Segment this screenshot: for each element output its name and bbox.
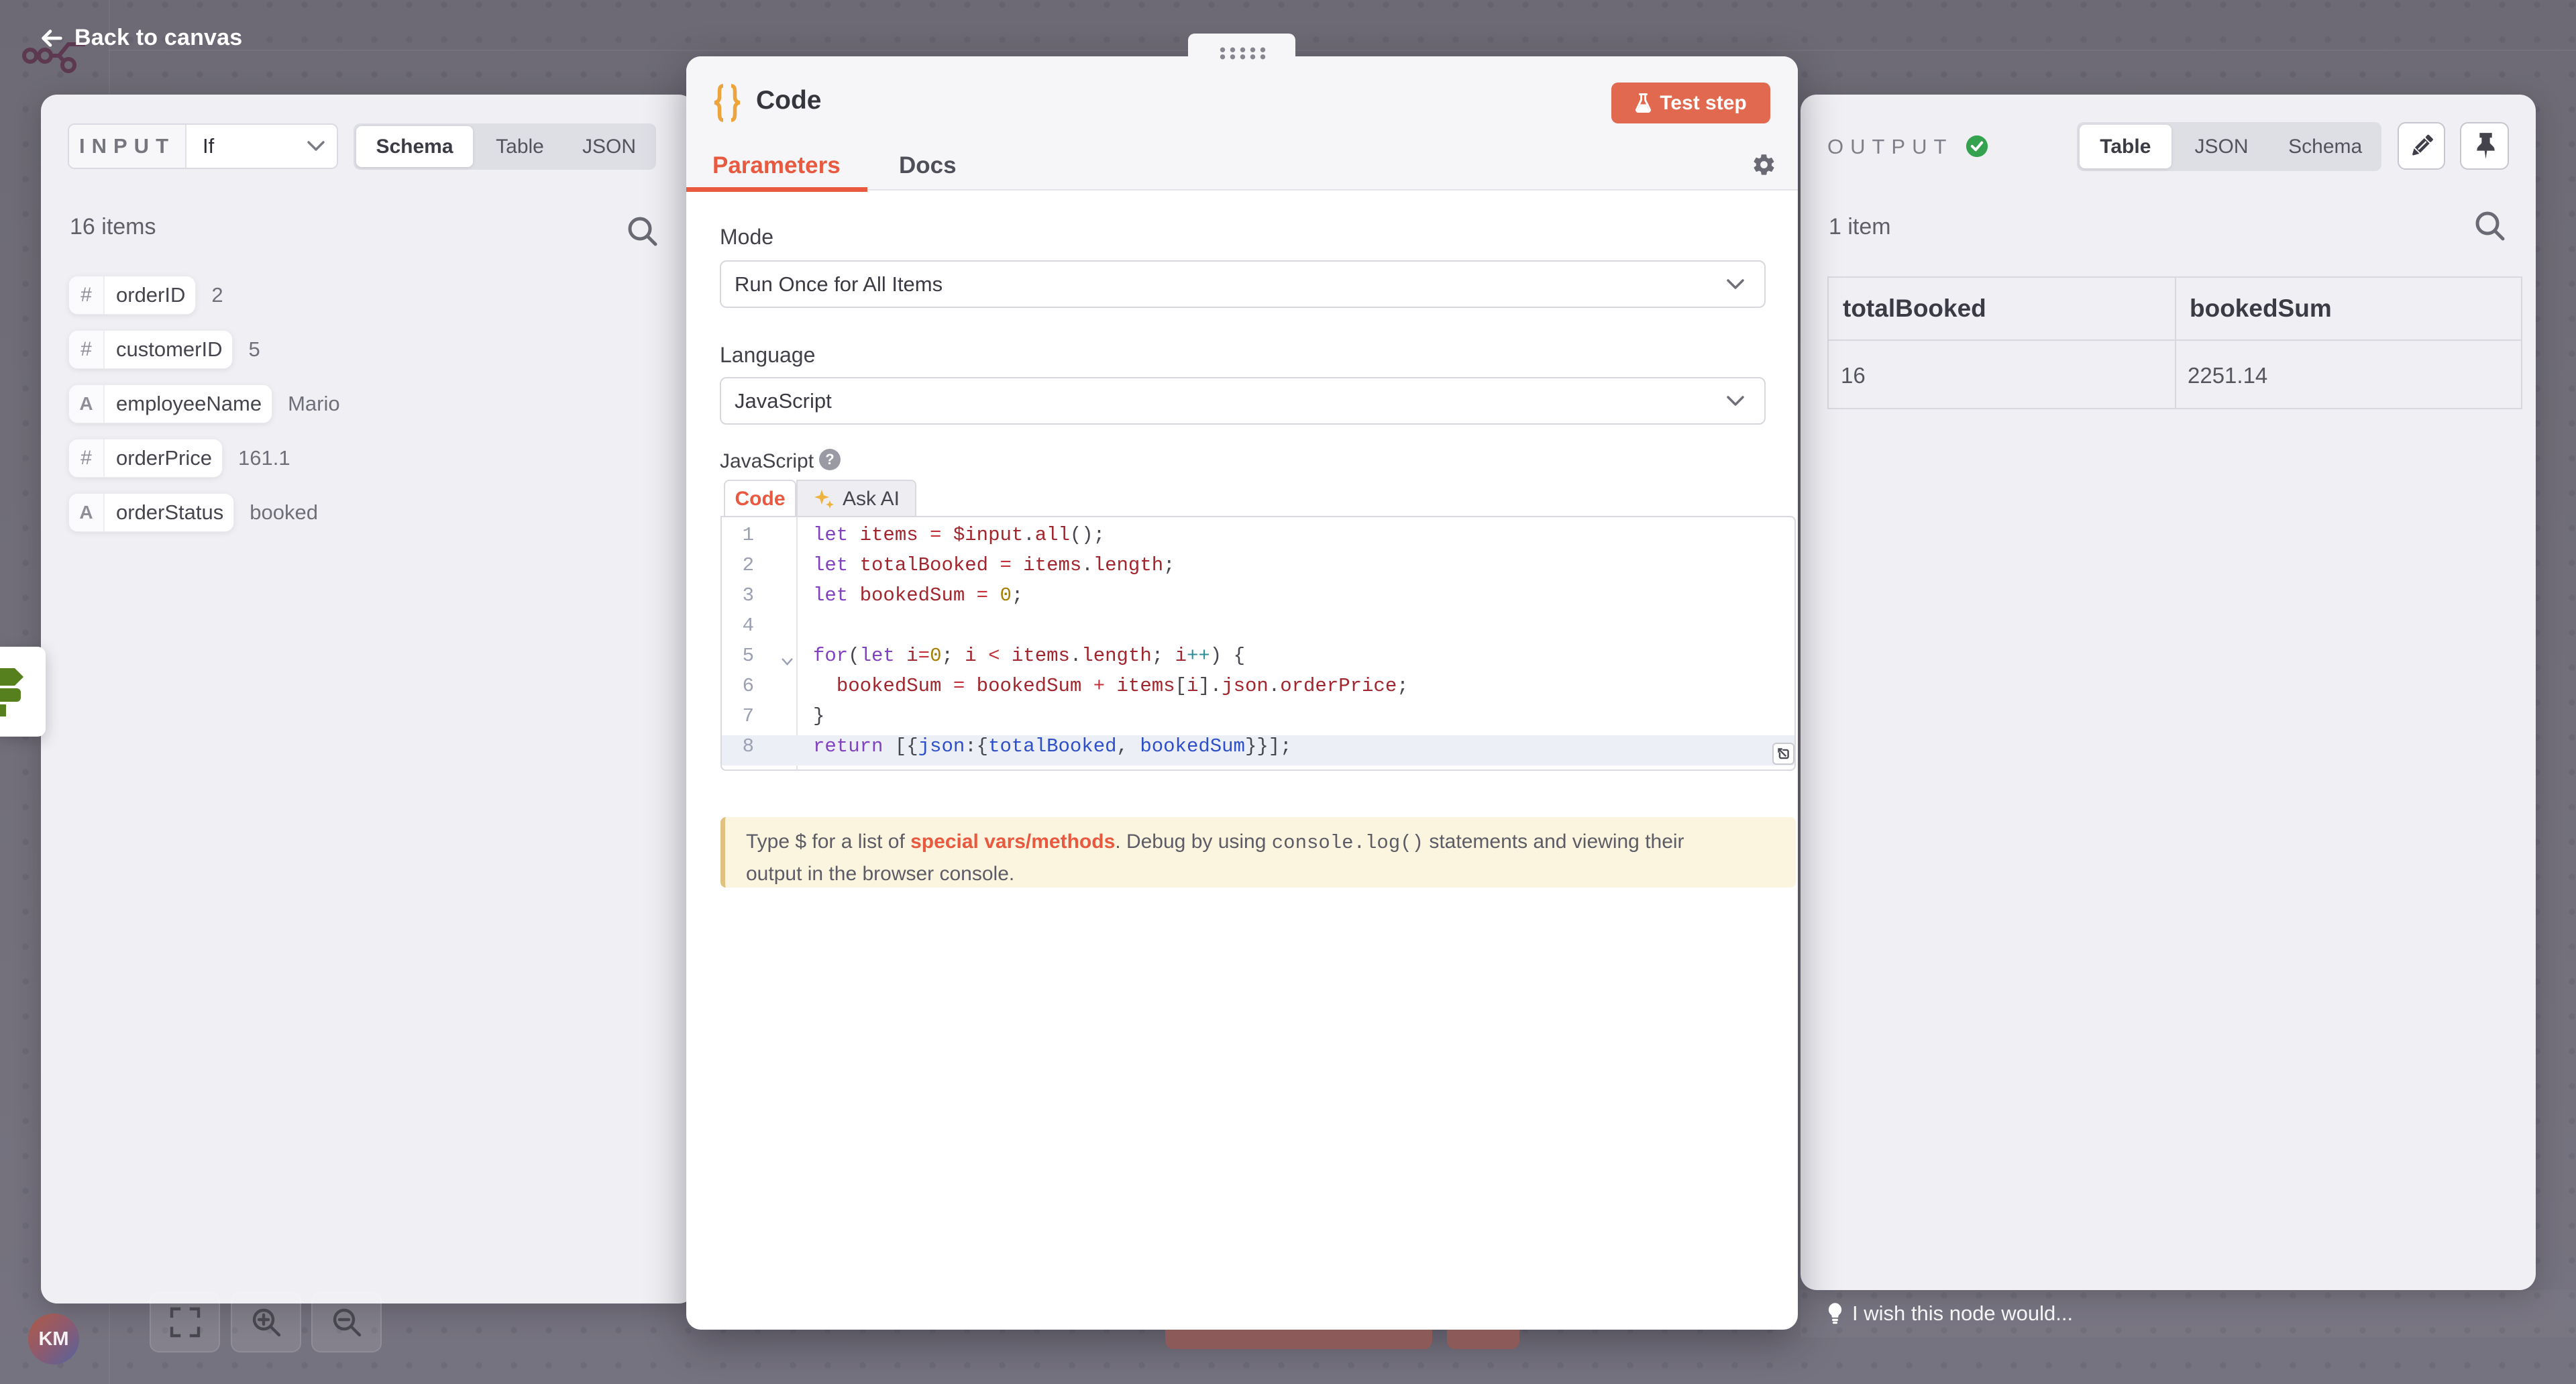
svg-text:?: ?	[825, 451, 834, 468]
